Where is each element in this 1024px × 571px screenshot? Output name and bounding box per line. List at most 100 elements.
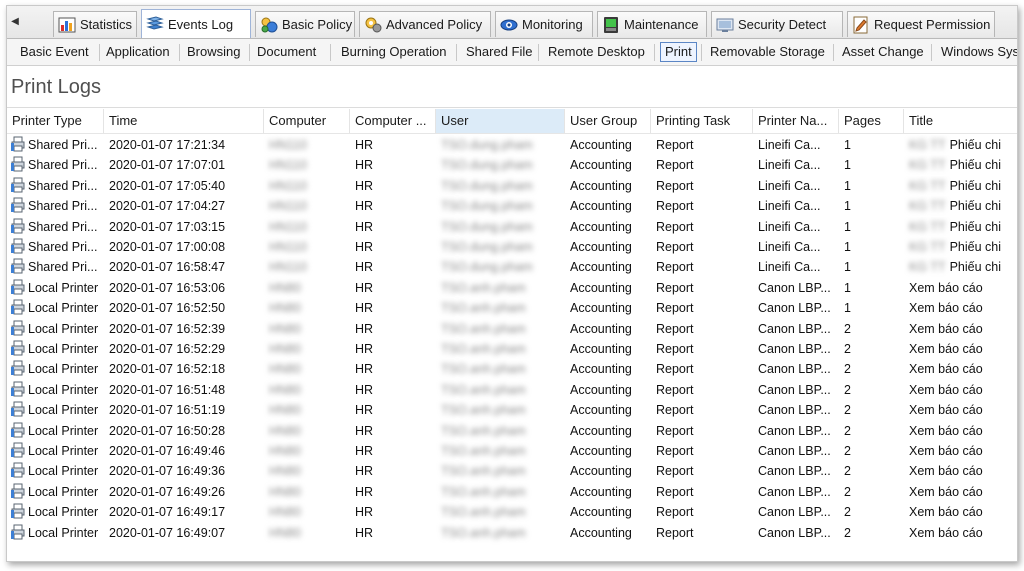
cell-user: TSO.dung.pham — [441, 178, 533, 193]
cell-printer-name: Canon LBP... — [758, 464, 831, 479]
title-text: Xem báo cáo — [909, 362, 983, 377]
cell-title: Xem báo cáo — [904, 482, 1017, 502]
maintenance-icon — [604, 16, 618, 33]
subtab-asset-change[interactable]: Asset Change — [838, 43, 928, 61]
table-row[interactable]: Local Printer 2020-01-07 16:53:06 HN80 HR TS… — [7, 278, 1017, 298]
subtab-shared-file[interactable]: Shared File — [462, 43, 536, 61]
cell-printer-name: Lineifi Ca... — [758, 199, 821, 214]
subtab-document[interactable]: Document — [253, 43, 320, 61]
subtab-basic-event[interactable]: Basic Event — [16, 43, 93, 61]
title-prefix: KG TT — [909, 199, 946, 214]
tab-events-log[interactable]: Events Log — [141, 9, 251, 38]
table-row[interactable]: Shared Pri... 2020-01-07 17:00:08 HN110 HR T… — [7, 237, 1017, 257]
table-row[interactable]: Local Printer 2020-01-07 16:52:18 HN80 HR TS… — [7, 359, 1017, 379]
table-row[interactable]: Shared Pri... 2020-01-07 17:04:27 HN110 HR T… — [7, 196, 1017, 216]
title-text: Xem báo cáo — [909, 321, 983, 336]
column-header-printer-type[interactable]: Printer Type — [7, 109, 104, 133]
subtab-application[interactable]: Application — [102, 43, 174, 61]
cell-computer: HN80 — [269, 362, 301, 377]
tab-request-permission[interactable]: Request Permission — [847, 11, 995, 37]
cell-title: KG TT Phiếu chi — [904, 237, 1017, 257]
cell-printer-type: Shared Pri... — [7, 196, 104, 216]
cell-time: 2020-01-07 17:00:08 — [109, 240, 226, 254]
title-prefix: KG TT — [909, 178, 946, 193]
subtab-separator — [538, 44, 539, 61]
table-row[interactable]: Local Printer 2020-01-07 16:49:17 HN80 HR TS… — [7, 502, 1017, 522]
table-row[interactable]: Shared Pri... 2020-01-07 17:05:40 HN110 HR T… — [7, 176, 1017, 196]
cell-time: 2020-01-07 16:58:47 — [109, 260, 226, 275]
table-row[interactable]: Local Printer 2020-01-07 16:49:26 HN80 HR TS… — [7, 482, 1017, 502]
cell-printing-task: Report — [656, 444, 694, 458]
subtab-windows-sys[interactable]: Windows Sys — [937, 43, 1017, 61]
tab-security-detect[interactable]: Security Detect — [711, 11, 843, 37]
cell-printer-type: Local Printer — [7, 421, 104, 441]
cell-printing-task: Report — [656, 423, 694, 438]
tab-maintenance[interactable]: Maintenance — [597, 11, 707, 37]
column-header-printer-name[interactable]: Printer Na... — [753, 109, 839, 133]
column-header-computer-group[interactable]: Computer ... — [350, 109, 436, 133]
cell-user: TSO.dung.pham — [441, 199, 533, 214]
table-row[interactable]: Local Printer 2020-01-07 16:49:07 HN80 HR TS… — [7, 523, 1017, 543]
tab-monitoring[interactable]: Monitoring — [495, 11, 593, 37]
cell-printing-task: Report — [656, 382, 694, 397]
cell-user-group: Accounting — [570, 280, 632, 295]
cell-user: TSO.anh.pham — [441, 342, 526, 356]
cell-printer-type: Shared Pri... — [7, 257, 104, 277]
table-row[interactable]: Local Printer 2020-01-07 16:49:36 HN80 HR TS… — [7, 461, 1017, 481]
cell-user-group: Accounting — [570, 138, 632, 152]
title-text: Xem báo cáo — [909, 484, 983, 499]
subtab-burning-operation[interactable]: Burning Operation — [337, 43, 451, 61]
cell-computer-group: HR — [355, 525, 374, 540]
cell-computer: HN80 — [269, 423, 301, 438]
cell-computer: HN80 — [269, 464, 301, 479]
table-row[interactable]: Shared Pri... 2020-01-07 16:58:47 HN110 HR T… — [7, 257, 1017, 277]
tab-advanced-policy[interactable]: Advanced Policy — [359, 11, 491, 37]
subtab-remote-desktop[interactable]: Remote Desktop — [544, 43, 649, 61]
table-row[interactable]: Local Printer 2020-01-07 16:52:29 HN80 HR TS… — [7, 339, 1017, 359]
cell-user: TSO.anh.pham — [441, 280, 526, 295]
column-header-pages[interactable]: Pages — [839, 109, 904, 133]
cell-computer-group: HR — [355, 219, 374, 234]
cell-computer-group: HR — [355, 280, 374, 295]
table-row[interactable]: Shared Pri... 2020-01-07 17:07:01 HN110 HR T… — [7, 155, 1017, 175]
column-header-computer[interactable]: Computer — [264, 109, 350, 133]
cell-computer: HN80 — [269, 280, 301, 295]
table-row[interactable]: Local Printer 2020-01-07 16:52:50 HN80 HR TS… — [7, 298, 1017, 318]
monitoring-icon — [500, 19, 518, 30]
table-row[interactable]: Local Printer 2020-01-07 16:50:28 HN80 HR TS… — [7, 421, 1017, 441]
cell-title: KG TT Phiếu chi — [904, 155, 1017, 175]
cell-printer-type: Shared Pri... — [7, 155, 104, 175]
cell-printing-task: Report — [656, 158, 694, 173]
table-row[interactable]: Shared Pri... 2020-01-07 17:03:15 HN110 HR T… — [7, 217, 1017, 237]
table-row[interactable]: Shared Pri... 2020-01-07 17:21:34 HN110 HR T… — [7, 135, 1017, 155]
column-header-user-group[interactable]: User Group — [565, 109, 651, 133]
tab-scroll-left-icon[interactable]: ◀ — [9, 14, 21, 30]
table-row[interactable]: Local Printer 2020-01-07 16:49:46 HN80 HR TS… — [7, 441, 1017, 461]
cell-printing-task: Report — [656, 505, 694, 520]
table-row[interactable]: Local Printer 2020-01-07 16:52:39 HN80 HR TS… — [7, 319, 1017, 339]
tab-basic-policy[interactable]: Basic Policy — [255, 11, 355, 37]
cell-computer-group: HR — [355, 505, 374, 520]
title-text: Xem báo cáo — [909, 382, 983, 397]
tab-statistics[interactable]: Statistics — [53, 11, 137, 37]
subtab-print[interactable]: Print — [660, 42, 697, 62]
subtab-removable-storage[interactable]: Removable Storage — [706, 43, 829, 61]
table-row[interactable]: Local Printer 2020-01-07 16:51:19 HN80 HR TS… — [7, 400, 1017, 420]
column-header-title[interactable]: Title — [904, 109, 1017, 133]
cell-time: 2020-01-07 16:52:39 — [109, 321, 226, 336]
column-header-printing-task[interactable]: Printing Task — [651, 109, 753, 133]
advanced-policy-icon — [365, 17, 382, 32]
cell-computer: HN80 — [269, 444, 301, 458]
cell-computer: HN110 — [269, 260, 307, 275]
cell-printer-type: Local Printer — [7, 400, 104, 420]
cell-user: TSO.dung.pham — [441, 158, 533, 173]
subtab-browsing[interactable]: Browsing — [183, 43, 244, 61]
cell-computer-group: HR — [355, 464, 374, 479]
cell-printer-name: Canon LBP... — [758, 362, 831, 377]
column-header-time[interactable]: Time — [104, 109, 264, 133]
cell-computer: HN110 — [269, 219, 307, 234]
column-header-user[interactable]: User — [436, 109, 565, 133]
printer-type-label: Shared Pri... — [28, 219, 98, 234]
table-row[interactable]: Local Printer 2020-01-07 16:51:48 HN80 HR TS… — [7, 380, 1017, 400]
cell-printer-type: Shared Pri... — [7, 237, 104, 257]
